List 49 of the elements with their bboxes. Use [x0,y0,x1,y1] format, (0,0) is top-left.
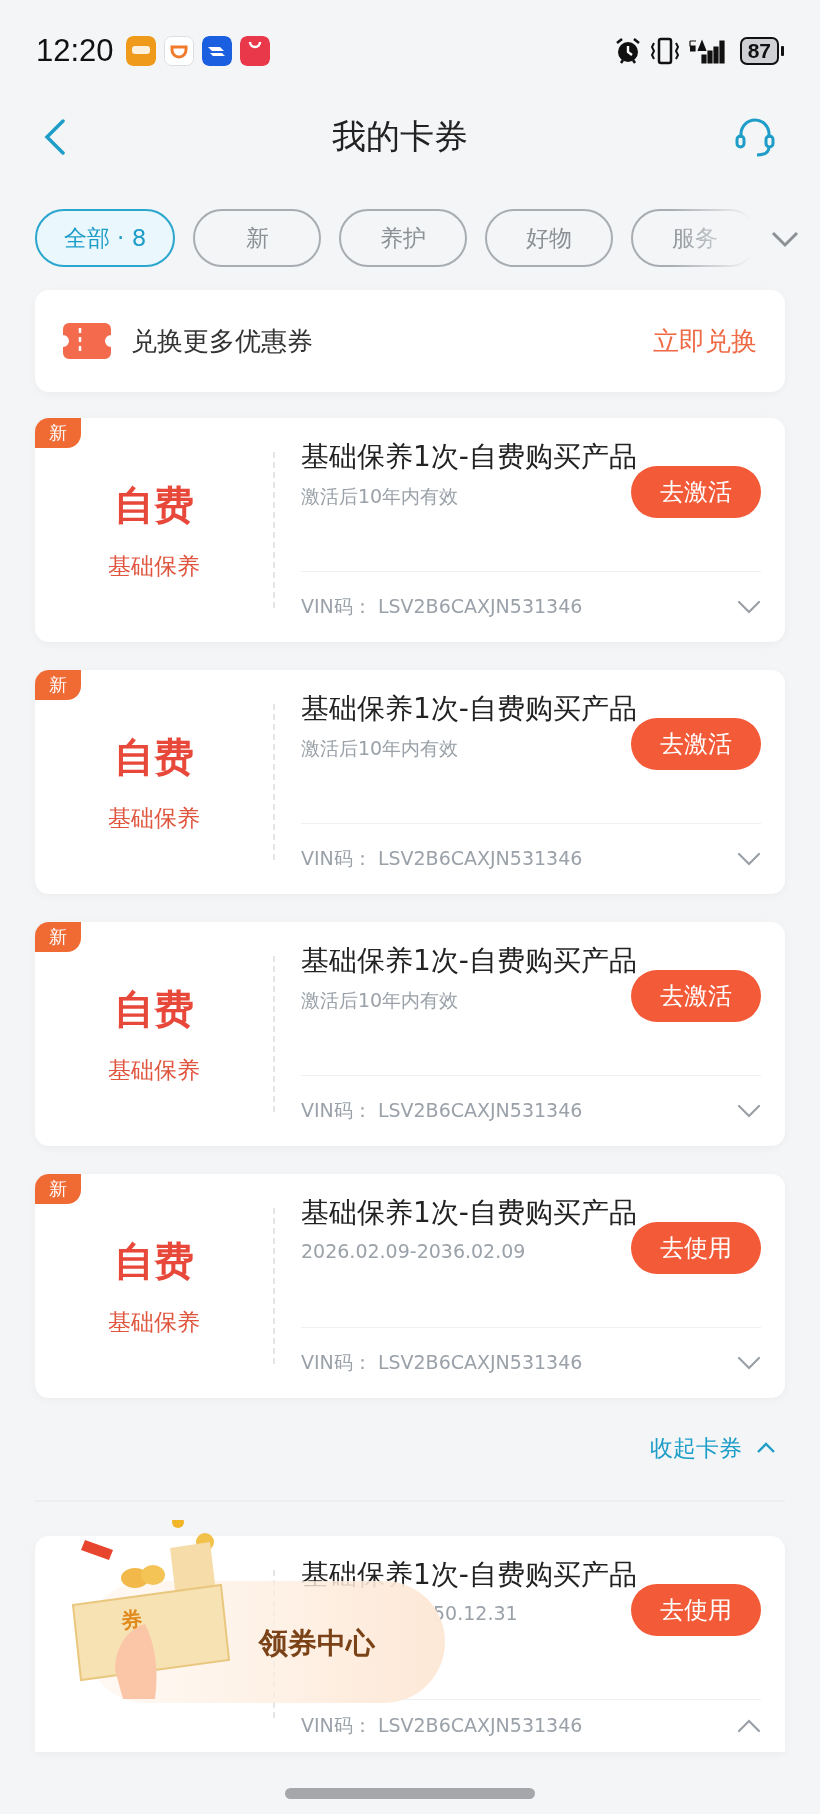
chevron-up-icon[interactable] [756,1442,776,1454]
battery-level: 87 [739,37,779,65]
new-badge: 新 [35,922,81,952]
cup-icon [163,36,194,66]
coupon-category: 基础保养 [108,1056,200,1085]
vin-text: VIN码： LSV2B6CAXJN531346 [301,1098,583,1123]
coupon-category: 基础保养 [108,552,200,581]
coupon-type: 自费 [114,985,194,1034]
filter-tab[interactable]: 好物 [485,209,613,267]
coupon-category: 基础保养 [108,804,200,833]
vin-text: VIN码： LSV2B6CAXJN531346 [301,594,583,619]
chevron-down-icon[interactable] [770,230,800,248]
ticket-icon [63,323,111,359]
validity-text: 2026.02.09-2036.02.09 [301,1240,526,1262]
vin-text: VIN码： LSV2B6CAXJN531346 [301,1350,583,1375]
coupon-type: 自费 [114,1237,194,1286]
vibrate-icon [649,37,680,65]
status-time: 12:20 [36,33,114,69]
new-badge: 新 [35,1174,81,1204]
new-badge: 新 [35,418,81,448]
vin-text: VIN码： LSV2B6CAXJN531346 [301,846,583,871]
validity-text: 激活后10年内有效 [301,988,459,1013]
new-badge: 新 [35,670,81,700]
filter-tab[interactable]: 新 [193,209,321,267]
page-title: 我的卡券 [332,115,468,158]
filter-tab[interactable]: 全部 · 8 [35,209,175,267]
chevron-down-icon[interactable] [737,1356,761,1370]
collapse-link[interactable]: 收起卡券 [650,1432,742,1464]
back-icon[interactable] [44,119,66,155]
validity-text: 50.12.31 [433,1602,518,1624]
ticket-label: 券 [119,1605,144,1635]
exchange-label: 兑换更多优惠券 [131,324,314,358]
headset-icon[interactable] [734,116,776,158]
chevron-down-icon[interactable] [737,600,761,614]
app-icon [125,36,156,66]
chevron-down-icon[interactable] [737,852,761,866]
chevron-down-icon[interactable] [737,1104,761,1118]
coupon-center-button[interactable]: 领券中心 [259,1624,375,1664]
app-icon [201,36,232,66]
coupon-type: 自费 [114,733,194,782]
bag-icon [239,36,270,66]
vin-text: VIN码： LSV2B6CAXJN531346 [301,1713,583,1738]
validity-text: 激活后10年内有效 [301,736,459,761]
coupon-type: 自费 [114,481,194,530]
exchange-link[interactable]: 立即兑换 [653,323,757,359]
filter-tab[interactable]: 养护 [339,209,467,267]
coupon-category: 基础保养 [108,1308,200,1337]
validity-text: 激活后10年内有效 [301,484,459,509]
chevron-up-icon[interactable] [737,1719,761,1733]
